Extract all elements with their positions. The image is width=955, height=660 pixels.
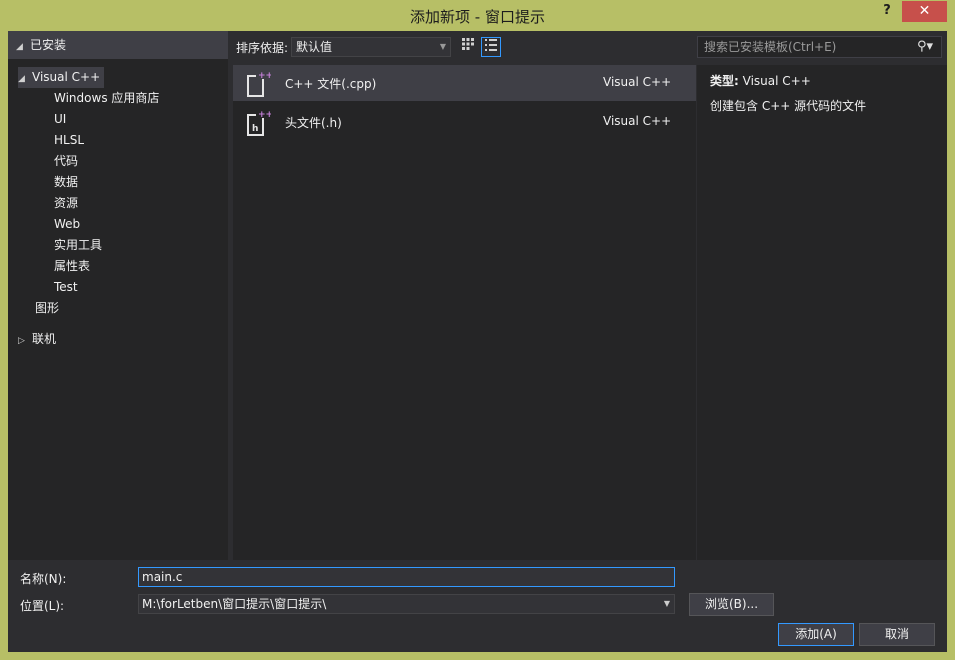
sort-label: 排序依据: xyxy=(236,41,289,55)
tree-item-label: 联机 xyxy=(32,332,57,346)
name-label: 名称(N): xyxy=(20,572,67,586)
tree-item-test[interactable]: Test xyxy=(54,277,78,298)
tree-header-installed[interactable]: ◢ 已安装 xyxy=(8,31,228,59)
tree-item-visual-cpp[interactable]: ◢ Visual C++ xyxy=(18,67,105,88)
template-name: C++ 文件(.cpp) xyxy=(285,77,377,91)
close-button[interactable]: ✕ xyxy=(902,1,947,22)
name-field[interactable] xyxy=(138,567,675,587)
type-label: 类型: xyxy=(710,74,739,88)
collapsed-arrow-icon: ▷ xyxy=(18,336,25,346)
location-label: 位置(L): xyxy=(20,599,65,613)
template-list: ++ C++ 文件(.cpp) Visual C++ ++ h 头文件(.h) … xyxy=(233,65,696,560)
add-button[interactable]: 添加(A) xyxy=(778,623,854,646)
template-language: Visual C++ xyxy=(603,75,672,89)
expanded-arrow-icon: ◢ xyxy=(16,42,23,52)
tree-item-utility[interactable]: 实用工具 xyxy=(54,235,102,256)
template-item-cpp[interactable]: ++ C++ 文件(.cpp) Visual C++ xyxy=(233,65,696,101)
sort-dropdown[interactable]: 默认值 ▼ xyxy=(291,37,451,57)
template-name: 头文件(.h) xyxy=(285,116,342,130)
cpp-file-icon: ++ xyxy=(247,71,271,97)
template-description: 创建包含 C++ 源代码的文件 xyxy=(710,99,867,113)
cancel-button[interactable]: 取消 xyxy=(859,623,935,646)
help-button[interactable]: ? xyxy=(876,3,898,23)
svg-text:h: h xyxy=(252,124,258,134)
tree-item-property-sheet[interactable]: 属性表 xyxy=(54,256,90,277)
tree-item-online[interactable]: ▷ 联机 xyxy=(18,329,56,350)
tree-item-data[interactable]: 数据 xyxy=(54,172,78,193)
tree-header-label: 已安装 xyxy=(30,38,67,52)
expanded-arrow-icon: ◢ xyxy=(18,74,25,84)
tree-item-web[interactable]: Web xyxy=(54,214,80,235)
search-icon[interactable]: ⚲▾ xyxy=(917,39,933,54)
template-search: ⚲▾ xyxy=(697,36,942,58)
tree-item-label: Visual C++ xyxy=(32,70,101,84)
template-tree: ◢ 已安装 ◢ Visual C++ Windows 应用商店 UI HLSL 代码… xyxy=(8,31,228,560)
tree-item-ui[interactable]: UI xyxy=(54,109,66,130)
tree-item-code[interactable]: 代码 xyxy=(54,151,78,172)
search-input[interactable] xyxy=(698,37,908,57)
location-value: M:\forLetben\窗口提示\窗口提示\ xyxy=(142,597,327,611)
window-title: 添加新项 - 窗口提示 xyxy=(410,8,545,26)
dialog-window: 添加新项 - 窗口提示 ? ✕ ◢ 已安装 ◢ Visual C++ Windows… xyxy=(0,0,955,660)
svg-text:++: ++ xyxy=(258,110,271,120)
tree-item-resource[interactable]: 资源 xyxy=(54,193,78,214)
chevron-down-icon: ▼ xyxy=(439,42,446,51)
template-type: 类型: Visual C++ xyxy=(710,72,811,89)
template-details: 类型: Visual C++ 创建包含 C++ 源代码的文件 xyxy=(697,65,947,560)
chevron-down-icon: ▼ xyxy=(663,599,670,608)
dialog-client: ◢ 已安装 ◢ Visual C++ Windows 应用商店 UI HLSL 代码… xyxy=(8,31,947,652)
small-icons-view-button[interactable] xyxy=(458,37,478,57)
tree-item-windows-store[interactable]: Windows 应用商店 xyxy=(54,88,159,109)
title-bar: 添加新项 - 窗口提示 ? ✕ xyxy=(0,0,955,31)
tree-item-graphics[interactable]: 图形 xyxy=(35,298,59,319)
tree-item-hlsl[interactable]: HLSL xyxy=(54,130,84,151)
location-dropdown[interactable]: M:\forLetben\窗口提示\窗口提示\ ▼ xyxy=(138,594,675,614)
header-file-icon: ++ h xyxy=(247,110,271,136)
svg-text:++: ++ xyxy=(258,71,271,81)
type-value: Visual C++ xyxy=(742,74,811,88)
browse-button[interactable]: 浏览(B)... xyxy=(689,593,774,616)
sort-toolbar: 排序依据: 默认值 ▼ xyxy=(233,36,698,58)
list-view-button[interactable] xyxy=(481,37,501,57)
template-language: Visual C++ xyxy=(603,114,672,128)
template-item-header[interactable]: ++ h 头文件(.h) Visual C++ xyxy=(233,104,696,140)
sort-value: 默认值 xyxy=(296,40,333,54)
grid-view-icon xyxy=(462,38,474,50)
list-view-icon xyxy=(485,39,497,51)
